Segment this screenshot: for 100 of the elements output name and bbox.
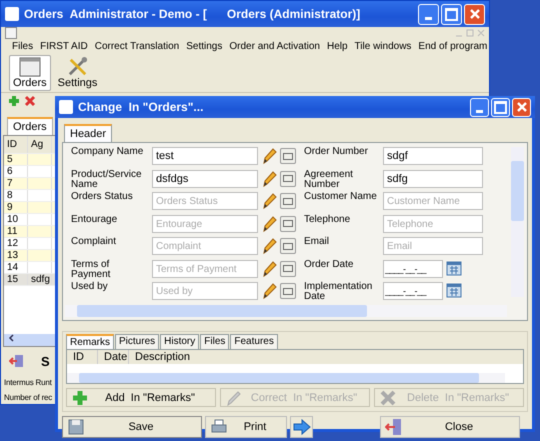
status-text: Number of rec [3, 392, 54, 404]
input-field[interactable]: Entourage [152, 214, 258, 232]
field-button[interactable] [280, 193, 296, 209]
dialog-title: Change In "Orders"... [78, 100, 204, 114]
field-label: Implementation Date [304, 282, 374, 302]
button-label[interactable]: S [41, 354, 50, 368]
close-button[interactable] [464, 4, 485, 24]
field-button[interactable] [280, 148, 296, 164]
close-icon [516, 101, 528, 113]
tab[interactable]: Pictures [115, 334, 160, 349]
app-icon [5, 7, 19, 21]
input-field[interactable]: sdfg [383, 170, 483, 188]
window-title: Orders Administrator - Demo - [ Orders (Administrator)] [24, 7, 362, 21]
calendar-icon[interactable] [446, 260, 462, 276]
pencil-icon[interactable] [261, 237, 277, 255]
column-header[interactable]: Description [129, 350, 523, 364]
column-header[interactable]: ID [67, 350, 98, 364]
pencil-icon[interactable] [261, 170, 277, 188]
input-field[interactable]: dsfdgs [152, 170, 258, 188]
pencil-icon[interactable] [261, 192, 277, 210]
field-label: Email [304, 237, 330, 247]
date-field[interactable]: ____-__-__ [383, 282, 443, 300]
tab[interactable]: Header [64, 124, 112, 142]
minimize-button[interactable] [418, 4, 439, 24]
menu-item[interactable]: FIRST AID [40, 41, 88, 52]
field-button[interactable] [280, 170, 296, 186]
input-field[interactable]: Terms of Payment [152, 260, 258, 278]
column-header[interactable]: Ag [28, 136, 52, 153]
menu-item[interactable]: Correct Translation [94, 41, 180, 52]
table-cell: 7 [4, 178, 28, 189]
field-label: Telephone [304, 214, 352, 224]
input-field[interactable]: Customer Name [383, 192, 483, 210]
calendar-icon[interactable] [446, 282, 462, 298]
table-cell: 15 [4, 274, 28, 285]
table-cell: 8 [4, 190, 28, 201]
menu-item[interactable]: Settings [186, 41, 222, 52]
table-cell: 13 [4, 250, 28, 261]
menu-item[interactable]: Order and Activation [229, 41, 320, 52]
document-icon [5, 27, 17, 39]
toolbar-button[interactable]: Settings [54, 55, 102, 91]
table-cell: 10 [4, 214, 28, 225]
pencil-icon[interactable] [261, 282, 277, 300]
input-field[interactable]: Complaint [152, 237, 258, 255]
column-header[interactable]: ID [4, 136, 28, 153]
field-label: Company Name [71, 147, 144, 157]
column-header[interactable]: Date [98, 350, 129, 364]
input-field[interactable]: Orders Status [152, 192, 258, 210]
window-icon [18, 57, 42, 77]
horizontal-scrollbar[interactable] [67, 373, 505, 383]
minimize-button[interactable] [470, 98, 489, 116]
next-button[interactable] [290, 416, 313, 438]
menu-item[interactable]: Help [326, 41, 348, 52]
exit-icon [9, 354, 25, 368]
input-field[interactable]: Email [383, 237, 483, 255]
input-field[interactable]: sdgf [383, 147, 483, 165]
field-button[interactable] [280, 260, 296, 276]
status-text: Intermus Runt [3, 377, 53, 389]
tab[interactable]: Files [200, 334, 230, 349]
maximize-button[interactable] [491, 98, 510, 116]
date-field[interactable]: ____-__-__ [383, 260, 443, 278]
action-button[interactable]: Add In "Remarks" [66, 388, 216, 407]
pencil-icon[interactable] [261, 147, 277, 165]
save-button[interactable]: Save [62, 416, 202, 438]
maximize-button[interactable] [441, 4, 462, 24]
print-button[interactable]: Print [205, 416, 287, 438]
arrow-right-icon [292, 419, 310, 435]
exit-icon [385, 418, 403, 436]
horizontal-scrollbar[interactable] [65, 305, 507, 317]
field-button[interactable] [280, 283, 296, 299]
input-field[interactable]: Used by [152, 282, 258, 300]
pencil-icon[interactable] [261, 214, 277, 232]
field-button[interactable] [280, 216, 296, 232]
table-cell: 5 [4, 154, 28, 165]
tab[interactable]: Remarks [66, 334, 114, 349]
vertical-scrollbar[interactable] [511, 147, 524, 297]
input-field[interactable]: test [152, 147, 258, 165]
toolbar-button[interactable]: Orders [9, 55, 51, 91]
table-cell: 14 [4, 262, 28, 273]
close-button[interactable]: Close [380, 416, 520, 438]
menu-item[interactable]: Files [12, 41, 34, 52]
tab[interactable]: History [160, 334, 200, 349]
pencil-icon[interactable] [261, 260, 277, 278]
field-label: Order Number [304, 147, 369, 157]
field-label: Order Date [304, 260, 354, 270]
plus-icon [71, 388, 89, 406]
tab[interactable]: Orders [7, 117, 53, 135]
field-label: Agreement Number [304, 170, 354, 190]
table-cell: sdfg [28, 274, 52, 285]
menu-item[interactable]: End of program [418, 41, 488, 52]
field-button[interactable] [280, 238, 296, 254]
input-field[interactable]: Telephone [383, 214, 483, 232]
menu-item[interactable]: Tile windows [354, 41, 412, 52]
table-cell: 12 [4, 238, 28, 249]
delete-icon[interactable] [24, 95, 36, 107]
close-button[interactable] [512, 98, 531, 116]
x-icon [379, 388, 397, 406]
table-cell: 6 [4, 166, 28, 177]
close-icon [468, 8, 480, 20]
field-label: Customer Name [304, 192, 378, 202]
tab[interactable]: Features [230, 334, 278, 349]
